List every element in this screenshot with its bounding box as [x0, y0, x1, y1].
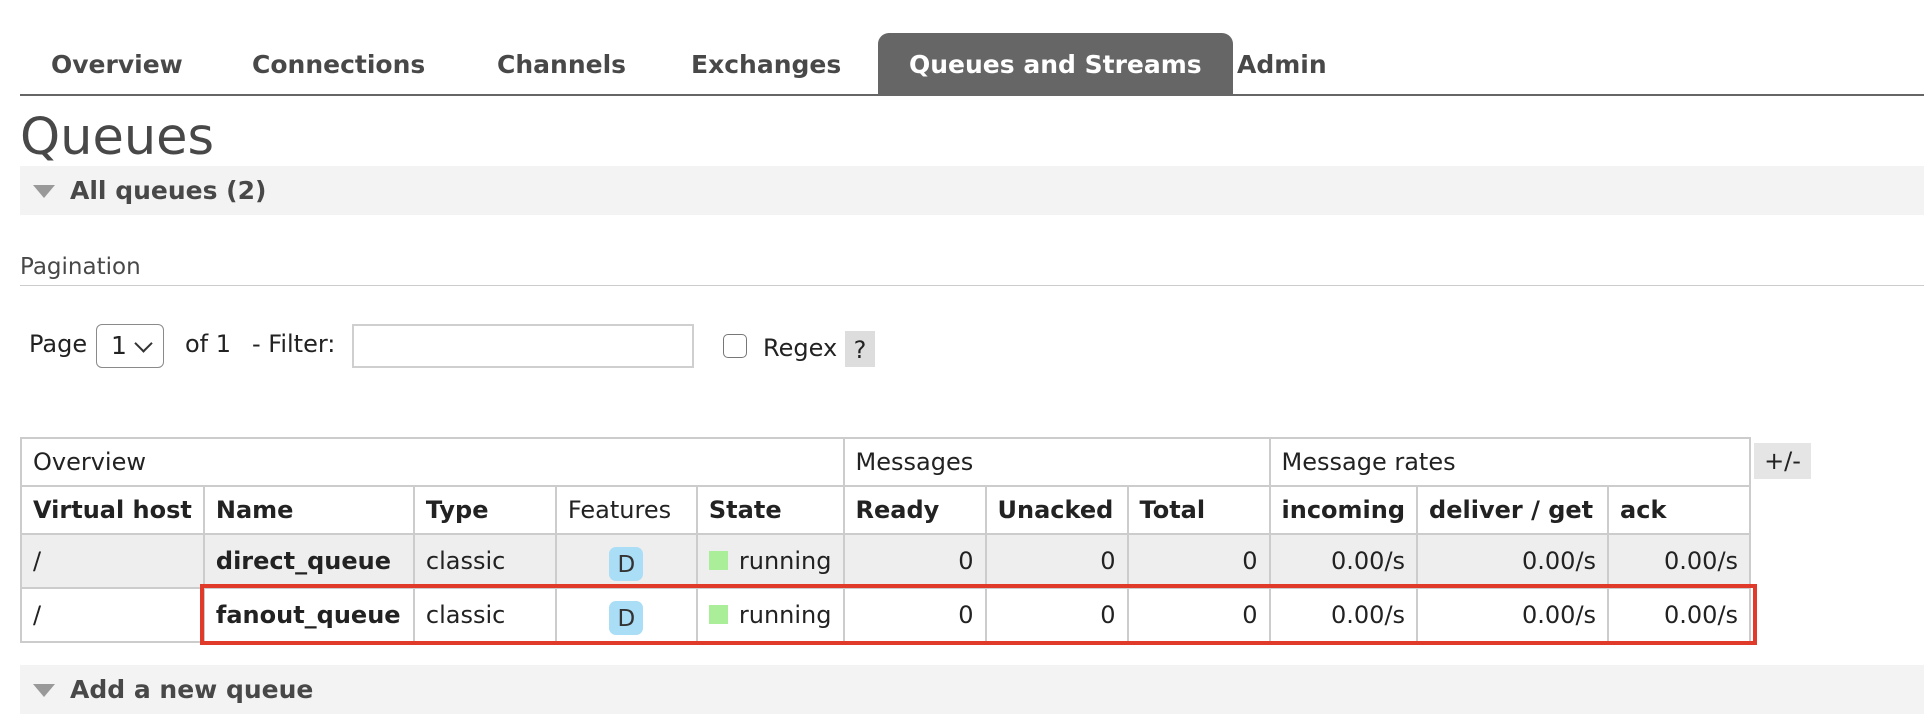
durable-feature-badge[interactable]: D [609, 601, 644, 635]
column-header-incoming[interactable]: incoming [1268, 485, 1419, 535]
tab-admin[interactable]: Admin [1206, 33, 1358, 94]
column-header-ready[interactable]: Ready [842, 485, 987, 535]
regex-label: Regex [763, 334, 838, 362]
collapse-triangle-icon [33, 185, 55, 198]
page-select[interactable]: 1 [96, 324, 164, 368]
state-cell: running [695, 533, 845, 589]
tab-channels[interactable]: Channels [466, 33, 657, 94]
column-header-type[interactable]: Type [412, 485, 557, 535]
page-count-label: of 1 [185, 330, 232, 358]
table-row: / fanout_queue classic D running 0 0 0 0… [20, 587, 1752, 643]
total-cell: 0 [1126, 587, 1271, 643]
page-select-value: 1 [111, 331, 127, 360]
pagination-title: Pagination [20, 252, 1924, 286]
state-cell: running [695, 587, 845, 643]
state-label: running [738, 547, 832, 575]
ready-cell: 0 [842, 587, 987, 643]
durable-feature-badge[interactable]: D [609, 547, 644, 581]
group-header-messages: Messages [842, 437, 1271, 487]
column-header-total[interactable]: Total [1126, 485, 1271, 535]
filter-label: - Filter: [252, 330, 336, 358]
column-header-state[interactable]: State [695, 485, 845, 535]
column-header-features: Features [554, 485, 698, 535]
collapse-triangle-icon [33, 684, 55, 697]
tab-overview[interactable]: Overview [20, 33, 214, 94]
chevron-down-icon [134, 334, 153, 353]
all-queues-section-toggle[interactable]: All queues (2) [20, 166, 1924, 215]
column-header-unacked[interactable]: Unacked [984, 485, 1129, 535]
deliver-get-rate-cell: 0.00/s [1416, 587, 1610, 643]
tab-connections[interactable]: Connections [221, 33, 456, 94]
incoming-rate-cell: 0.00/s [1268, 587, 1419, 643]
all-queues-header: All queues (2) [70, 176, 267, 205]
queues-table: Overview Messages Message rates Virtual … [20, 437, 1752, 643]
group-header-overview: Overview [20, 437, 845, 487]
add-queue-section-toggle[interactable]: Add a new queue [20, 665, 1924, 714]
column-header-deliver-get[interactable]: deliver / get [1416, 485, 1610, 535]
state-label: running [738, 601, 832, 629]
regex-checkbox[interactable] [723, 334, 747, 358]
filter-input[interactable] [352, 324, 694, 368]
vhost-cell: / [20, 533, 205, 589]
unacked-cell: 0 [984, 533, 1129, 589]
tab-exchanges[interactable]: Exchanges [660, 33, 872, 94]
running-status-icon [708, 550, 728, 570]
page-label: Page [29, 330, 88, 358]
queue-name-link[interactable]: fanout_queue [202, 587, 415, 643]
ack-rate-cell: 0.00/s [1607, 587, 1752, 643]
incoming-rate-cell: 0.00/s [1268, 533, 1419, 589]
table-row: / direct_queue classic D running 0 0 0 0… [20, 533, 1752, 589]
columns-toggle-button[interactable]: +/- [1754, 443, 1811, 479]
regex-help-button[interactable]: ? [845, 331, 875, 367]
queue-name-link[interactable]: direct_queue [202, 533, 415, 589]
features-cell: D [554, 587, 698, 643]
type-cell: classic [412, 533, 557, 589]
ack-rate-cell: 0.00/s [1607, 533, 1752, 589]
deliver-get-rate-cell: 0.00/s [1416, 533, 1610, 589]
running-status-icon [708, 604, 728, 624]
features-cell: D [554, 533, 698, 589]
type-cell: classic [412, 587, 557, 643]
total-cell: 0 [1126, 533, 1271, 589]
group-header-message-rates: Message rates [1268, 437, 1752, 487]
column-header-name[interactable]: Name [202, 485, 415, 535]
unacked-cell: 0 [984, 587, 1129, 643]
page-title: Queues [20, 108, 215, 167]
vhost-cell: / [20, 587, 205, 643]
tab-queues-and-streams[interactable]: Queues and Streams [878, 33, 1233, 94]
add-queue-header: Add a new queue [70, 675, 314, 704]
ready-cell: 0 [842, 533, 987, 589]
column-header-ack[interactable]: ack [1607, 485, 1752, 535]
column-header-virtual-host[interactable]: Virtual host [20, 485, 205, 535]
main-nav-tabs: Overview Connections Channels Exchanges … [20, 33, 1924, 96]
